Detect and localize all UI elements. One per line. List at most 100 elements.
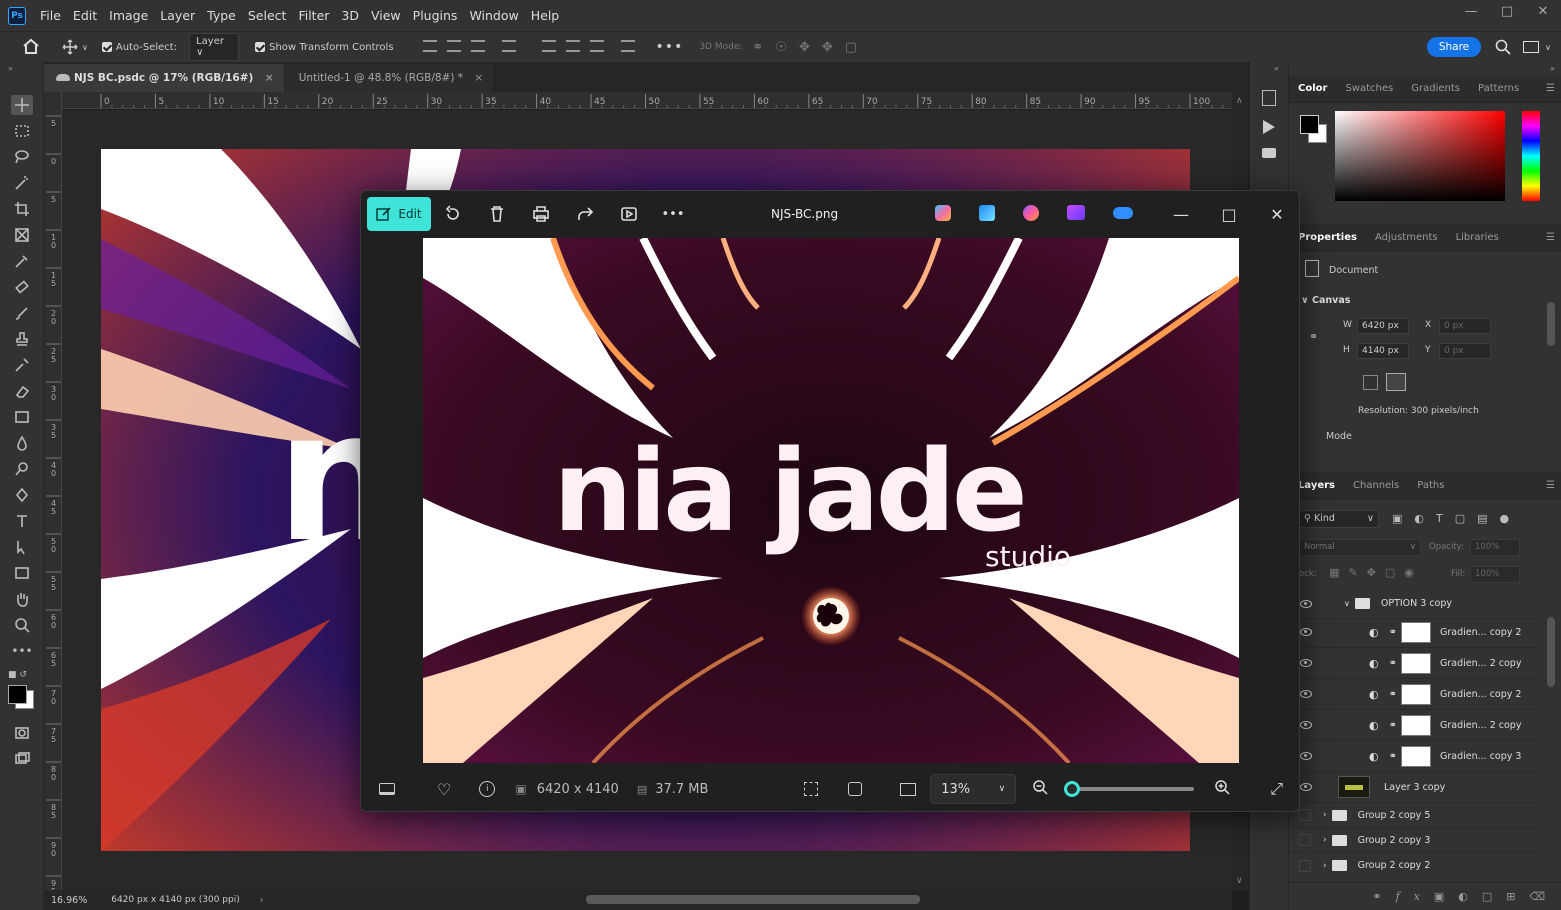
copilot-icon[interactable] (935, 205, 951, 221)
close-icon[interactable]: ✕ (1253, 205, 1299, 224)
menu-file[interactable]: File (34, 8, 67, 23)
foreground-color-swatch[interactable] (1300, 115, 1319, 134)
chevron-right-icon[interactable]: › (1323, 861, 1327, 871)
collapse-icon[interactable]: » (1550, 64, 1555, 73)
scroll-thumb[interactable] (586, 895, 920, 904)
visibility-off-box[interactable] (1299, 834, 1311, 846)
auto-select-checkbox[interactable]: Auto-Select: (101, 41, 177, 53)
tab-paths[interactable]: Paths (1408, 480, 1453, 491)
menu-view[interactable]: View (365, 8, 407, 23)
tab-channels[interactable]: Channels (1344, 480, 1408, 491)
layer-row[interactable]: › Group 2 copy 3 (1289, 828, 1541, 853)
tab-swatches[interactable]: Swatches (1336, 83, 1402, 94)
history-brush-icon[interactable] (11, 355, 33, 375)
workspace-icon[interactable] (1523, 41, 1540, 53)
zoom-slider-thumb[interactable] (1064, 781, 1081, 797)
actual-size-icon[interactable] (900, 782, 917, 796)
menu-help[interactable]: Help (525, 8, 566, 23)
opacity-field[interactable]: 100% (1470, 539, 1520, 556)
onedrive-icon[interactable] (1113, 207, 1133, 219)
panel-menu-icon[interactable]: ☰ (1537, 480, 1561, 491)
hand-tool-icon[interactable] (11, 589, 33, 609)
width-field[interactable]: 6420 px (1357, 318, 1409, 334)
crop-tool-icon[interactable] (11, 199, 33, 219)
actions-play-icon[interactable] (1263, 120, 1275, 134)
maximize-icon[interactable]: □ (1489, 0, 1525, 24)
collapse-icon[interactable]: » (8, 64, 13, 73)
comments-icon[interactable] (1262, 148, 1276, 158)
home-icon[interactable] (22, 38, 42, 57)
visibility-eye-icon[interactable] (1300, 659, 1312, 667)
visibility-off-box[interactable] (1299, 859, 1311, 872)
blur-tool-icon[interactable] (11, 433, 33, 453)
chevron-down-icon[interactable]: ∨ (1344, 599, 1350, 608)
minimize-icon[interactable]: — (1453, 0, 1489, 24)
layer-row[interactable]: ◐ ⚭ Gradien... 2 copy (1289, 648, 1541, 679)
chevron-right-icon[interactable]: › (1323, 810, 1327, 820)
layer-filter-icons[interactable]: ▣◐T▢▤● (1392, 512, 1521, 525)
menu-plugins[interactable]: Plugins (407, 8, 464, 23)
menu-layer[interactable]: Layer (154, 8, 201, 23)
close-tab-icon[interactable]: × (474, 72, 483, 84)
minimize-icon[interactable]: — (1157, 205, 1205, 224)
canvas-section-header[interactable]: ∨ Canvas (1301, 295, 1350, 306)
layer-row[interactable]: › Group 2 copy 2 (1289, 853, 1541, 878)
menu-3d[interactable]: 3D (335, 8, 365, 23)
auto-select-dropdown[interactable]: Layer ∨ (189, 33, 240, 61)
clipchamp-icon[interactable] (1023, 205, 1039, 221)
menu-filter[interactable]: Filter (292, 8, 335, 23)
zoom-slider[interactable] (1064, 781, 1195, 797)
layers-footer-icons[interactable]: ⚭ fx ▣◐□⊞⌫ (1289, 882, 1561, 910)
layer-row[interactable]: ◐ ⚭ Gradien... copy 3 (1289, 741, 1541, 772)
color-field[interactable] (1335, 111, 1505, 201)
link-icon[interactable]: ⚭ (1389, 720, 1397, 731)
close-icon[interactable]: ✕ (1525, 0, 1561, 24)
horizontal-scrollbar[interactable] (281, 890, 1232, 910)
photo-preview[interactable]: nia jade studio (423, 238, 1239, 763)
lock-icons[interactable]: ▦✎✥▢◉ (1329, 566, 1423, 579)
menu-type[interactable]: Type (201, 8, 242, 23)
photoshop-logo-icon[interactable]: Ps (8, 6, 26, 25)
show-transform-checkbox[interactable]: Show Transform Controls (255, 41, 394, 53)
fill-field[interactable]: 100% (1470, 566, 1520, 583)
properties-scroll-thumb[interactable] (1547, 302, 1555, 346)
close-tab-icon[interactable]: × (265, 72, 274, 84)
x-field[interactable]: 0 px (1439, 318, 1491, 334)
brush-tool-icon[interactable] (11, 303, 33, 323)
share-button[interactable]: Share (1426, 37, 1482, 57)
tab-untitled-1[interactable]: Untitled-1 @ 48.8% (RGB/8#) * × (284, 64, 494, 92)
layer-row[interactable]: Layer 3 copy (1289, 772, 1541, 803)
layer-row[interactable]: ◐ ⚭ Gradien... 2 copy (1289, 710, 1541, 741)
layer-row[interactable]: ◐ ⚭ Gradien... copy 2 (1289, 617, 1541, 648)
distribute-icons[interactable] (537, 39, 640, 55)
frame-tool-icon[interactable] (11, 225, 33, 245)
link-icon[interactable]: ⚭ (1389, 627, 1397, 638)
history-panel-icon[interactable] (1262, 90, 1276, 106)
eyedropper-icon[interactable] (11, 251, 33, 271)
zoom-tool-icon[interactable] (11, 615, 33, 635)
stamp-tool-icon[interactable] (11, 329, 33, 349)
height-field[interactable]: 4140 px (1357, 343, 1409, 359)
link-icon[interactable]: ⚭ (1389, 658, 1397, 669)
more-options-icon[interactable]: ••• (651, 207, 695, 222)
visibility-off-box[interactable] (1299, 809, 1311, 821)
delete-icon[interactable] (475, 205, 519, 223)
tab-libraries[interactable]: Libraries (1447, 232, 1508, 243)
zoom-in-icon[interactable] (1214, 779, 1234, 799)
rotate-icon[interactable] (431, 205, 475, 223)
menu-edit[interactable]: Edit (67, 8, 103, 23)
tab-njs-bc[interactable]: NJS BC.psdc @ 17% (RGB/16#) × (44, 64, 284, 92)
chevron-right-icon[interactable]: › (1323, 835, 1327, 845)
chevron-right-icon[interactable]: › (260, 895, 264, 906)
lasso-tool-icon[interactable] (11, 147, 33, 167)
menu-image[interactable]: Image (103, 8, 154, 23)
collapse-icon[interactable]: « (1274, 64, 1279, 73)
marquee-tool-icon[interactable] (11, 121, 33, 141)
blend-mode-select[interactable]: Normal ∨ (1299, 539, 1421, 556)
type-tool-icon[interactable] (11, 511, 33, 531)
link-icon[interactable]: ⚭ (1389, 751, 1397, 762)
hue-slider[interactable] (1522, 111, 1540, 201)
zoom-level[interactable]: 16.96% (51, 895, 87, 906)
screen-mode-icon[interactable] (11, 749, 33, 769)
tab-adjustments[interactable]: Adjustments (1366, 232, 1447, 243)
